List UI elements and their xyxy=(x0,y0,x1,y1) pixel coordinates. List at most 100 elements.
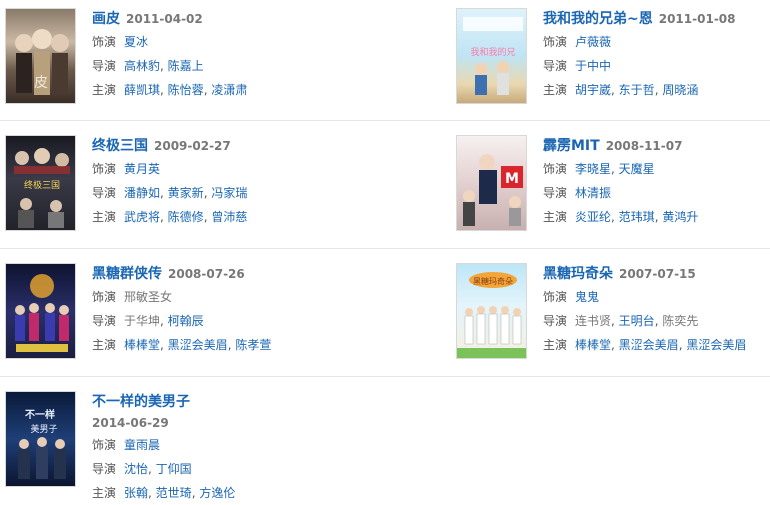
director-link[interactable]: 陈嘉上 xyxy=(168,59,204,73)
svg-text:我和我的兄: 我和我的兄 xyxy=(470,46,515,58)
drama-info: 我和我的兄弟~恩 2011-01-08 饰演 卢薇薇 导演 于中中 主演 胡宇崴, 东于… xyxy=(543,11,736,97)
release-date: 2007-07-15 xyxy=(619,267,696,281)
role-link[interactable]: 黄月英 xyxy=(124,162,160,176)
drama-title[interactable]: 不一样的美男子 xyxy=(92,394,190,410)
role-link[interactable]: 天魔星 xyxy=(619,162,655,176)
cast-link[interactable]: 黑涩会美眉 xyxy=(619,338,679,352)
drama-info: 终极三国 2009-02-27 饰演 黄月英 导演 潘静如, 黄家新, 冯家瑞 主演武… xyxy=(92,138,248,224)
drama-title[interactable]: 黑糖群侠传 xyxy=(92,266,162,282)
director-link[interactable]: 沈怡 xyxy=(124,462,148,476)
cast-link[interactable]: 薛凯琪 xyxy=(124,83,160,97)
cast-link[interactable]: 张翰 xyxy=(124,486,148,500)
cast-label: 主演 xyxy=(543,210,568,224)
drama-title[interactable]: 霹雳MIT xyxy=(543,138,600,154)
role-label: 饰演 xyxy=(92,35,117,49)
drama-info: 黑糖群侠传 2008-07-26 饰演 邢敏圣女 导演 于华坤, 柯翰辰 主演 棒棒堂,… xyxy=(92,266,272,352)
cast-link[interactable]: 炎亚纶 xyxy=(575,210,611,224)
role-link[interactable]: 夏冰 xyxy=(124,35,148,49)
drama-poster[interactable]: 我和我的兄 xyxy=(456,8,527,104)
director-name: 陈奕先 xyxy=(662,314,699,328)
role-name: 邢敏圣女 xyxy=(124,290,173,304)
cast-label: 主演 xyxy=(92,338,117,352)
svg-text:黑糖玛奇朵: 黑糖玛奇朵 xyxy=(473,276,513,286)
release-date: 2011-04-02 xyxy=(126,12,203,26)
drama-poster[interactable]: 终极三国 xyxy=(5,135,76,231)
drama-poster[interactable]: 皮 xyxy=(5,8,76,104)
role-link[interactable]: 李晓星 xyxy=(575,162,611,176)
drama-title[interactable]: 终极三国 xyxy=(92,138,148,154)
drama-title[interactable]: 我和我的兄弟~恩 xyxy=(543,11,653,27)
svg-text:皮: 皮 xyxy=(34,75,48,91)
drama-info: 不一样的美男子 2014-06-29 饰演 童雨晨 导演 沈怡, 丁仰国 主演 张翰,… xyxy=(92,391,392,505)
svg-text:终极三国: 终极三国 xyxy=(24,179,60,191)
svg-text:不一样: 不一样 xyxy=(25,408,55,421)
cast-link[interactable]: 黑涩会美眉 xyxy=(686,338,746,352)
svg-text:M: M xyxy=(505,171,519,187)
cast-link[interactable]: 黑涩会美眉 xyxy=(168,338,228,352)
drama-poster[interactable]: M xyxy=(456,135,527,231)
drama-poster[interactable]: 黑糖玛奇朵 xyxy=(456,263,527,359)
role-link[interactable]: 卢薇薇 xyxy=(575,35,611,49)
drama-info: 霹雳MIT 2008-11-07 饰演 李晓星, 天魔星 导演 林清振 主演 炎亚纶, … xyxy=(543,138,699,224)
cast-label: 主演 xyxy=(92,210,117,224)
director-link[interactable]: 高林豹 xyxy=(124,59,160,73)
role-label: 饰演 xyxy=(92,162,117,176)
drama-poster[interactable]: 不一样 美男子 xyxy=(5,391,76,487)
role-label: 饰演 xyxy=(543,290,568,304)
cast-link[interactable]: 陈孝萱 xyxy=(235,338,271,352)
drama-info: 画皮 2011-04-02 饰演 夏冰 导演 高林豹, 陈嘉上 主演 薛凯琪, 陈怡蓉,… xyxy=(92,11,248,97)
role-link[interactable]: 童雨晨 xyxy=(124,438,160,452)
director-link[interactable]: 潘静如 xyxy=(124,186,160,200)
cast-link[interactable]: 胡宇崴 xyxy=(575,83,611,97)
director-label: 导演 xyxy=(92,314,117,328)
director-link[interactable]: 于中中 xyxy=(575,59,611,73)
cast-link[interactable]: 棒棒堂 xyxy=(575,338,611,352)
row-divider xyxy=(0,120,770,121)
cast-link[interactable]: 陈怡蓉 xyxy=(168,83,204,97)
row-divider xyxy=(0,376,770,377)
director-label: 导演 xyxy=(92,186,117,200)
director-link[interactable]: 林清振 xyxy=(575,186,611,200)
cast-label: 主演 xyxy=(92,486,117,500)
role-label: 饰演 xyxy=(543,162,568,176)
role-link[interactable]: 鬼鬼 xyxy=(575,290,599,304)
cast-link[interactable]: 凌潇肃 xyxy=(211,83,247,97)
cast-link[interactable]: 周晓涵 xyxy=(662,83,698,97)
drama-title[interactable]: 画皮 xyxy=(92,11,120,27)
release-date: 2014-06-29 xyxy=(92,416,169,430)
director-label: 导演 xyxy=(92,462,117,476)
role-label: 饰演 xyxy=(92,438,117,452)
director-name: 于华坤 xyxy=(124,314,161,328)
director-link[interactable]: 王明台 xyxy=(619,314,655,328)
cast-link[interactable]: 黄鸿升 xyxy=(662,210,698,224)
cast-link[interactable]: 范玮琪 xyxy=(619,210,655,224)
release-date: 2008-11-07 xyxy=(605,139,683,153)
cast-label: 主演 xyxy=(543,338,568,352)
cast-link[interactable]: 武虎将 xyxy=(124,210,160,224)
director-link[interactable]: 柯翰辰 xyxy=(168,314,204,328)
drama-title[interactable]: 黑糖玛奇朵 xyxy=(543,266,613,282)
svg-text:美男子: 美男子 xyxy=(30,423,57,435)
director-link[interactable]: 丁仰国 xyxy=(156,462,192,476)
cast-link[interactable]: 曾沛慈 xyxy=(211,210,247,224)
release-date: 2009-02-27 xyxy=(154,139,231,153)
cast-label: 主演 xyxy=(92,83,117,97)
cast-link[interactable]: 范世琦 xyxy=(156,486,192,500)
release-date: 2008-07-26 xyxy=(168,267,245,281)
director-link[interactable]: 黄家新 xyxy=(168,186,204,200)
director-label: 导演 xyxy=(543,186,568,200)
cast-link[interactable]: 东于哲 xyxy=(619,83,655,97)
director-label: 导演 xyxy=(543,59,568,73)
drama-poster[interactable] xyxy=(5,263,76,359)
role-label: 饰演 xyxy=(92,290,117,304)
cast-link[interactable]: 陈德修 xyxy=(168,210,204,224)
row-divider xyxy=(0,248,770,249)
cast-link[interactable]: 棒棒堂 xyxy=(124,338,160,352)
director-label: 导演 xyxy=(92,59,117,73)
director-name: 连书贤 xyxy=(575,314,612,328)
release-date: 2011-01-08 xyxy=(658,12,736,26)
cast-link[interactable]: 方逸伦 xyxy=(199,486,235,500)
role-label: 饰演 xyxy=(543,35,568,49)
cast-label: 主演 xyxy=(543,83,568,97)
director-link[interactable]: 冯家瑞 xyxy=(211,186,247,200)
